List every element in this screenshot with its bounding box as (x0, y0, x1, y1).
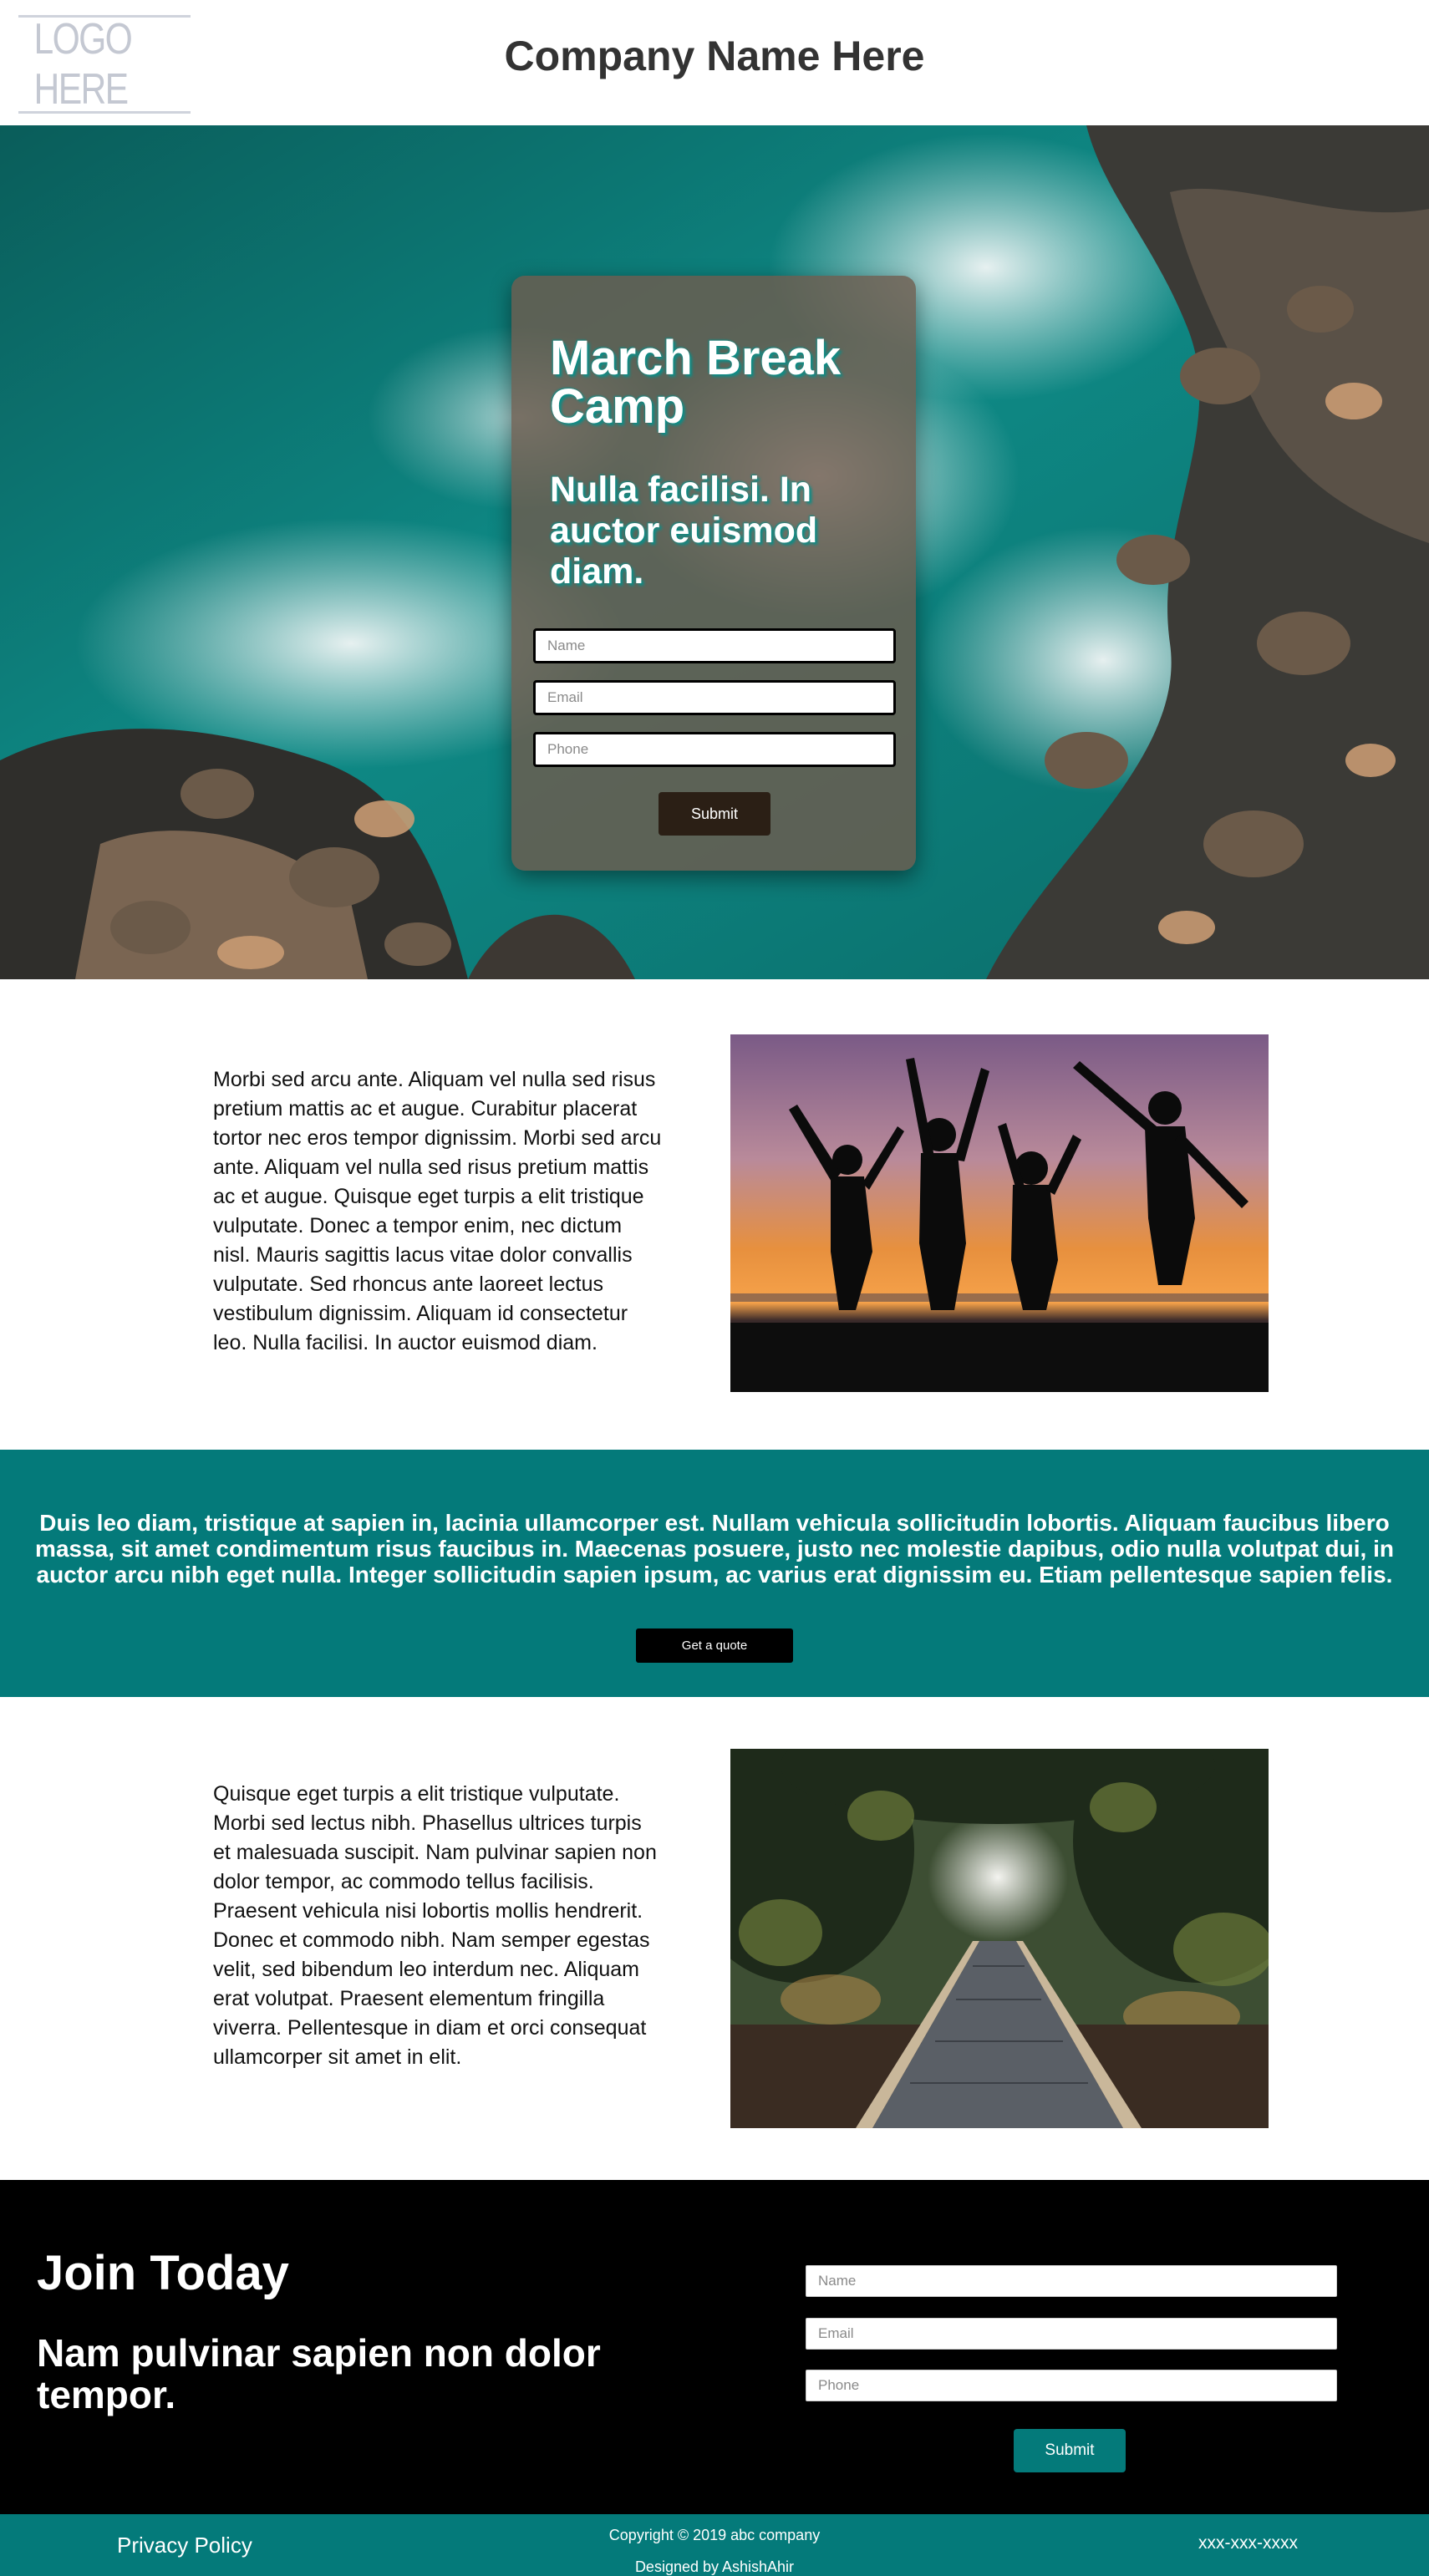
join-submit-button[interactable]: Submit (1014, 2429, 1126, 2472)
join-email-input[interactable] (806, 2318, 1337, 2350)
join-section: Join Today Nam pulvinar sapien non dolor… (0, 2180, 1429, 2514)
hero-phone-input[interactable] (533, 732, 896, 767)
hero-subtitle: Nulla facilisi. In auctor euismod diam. (550, 470, 818, 592)
hero-section: March Break Camp Nulla facilisi. In auct… (0, 125, 1429, 979)
join-name-input[interactable] (806, 2265, 1337, 2297)
site-footer: Privacy Policy Copyright © 2019 abc comp… (0, 2514, 1429, 2576)
friends-jumping-photo (730, 1034, 1269, 1392)
designed-by-text: Designed by AshishAhir (634, 2558, 795, 2575)
hero-name-input[interactable] (533, 628, 896, 663)
hero-title: March Break Camp (550, 331, 842, 434)
site-header: LOGO HERE Company Name Here (0, 0, 1429, 125)
company-name: Company Name Here (504, 33, 925, 79)
phone-number: xxx-xxx-xxxx (1198, 2533, 1298, 2553)
join-title: Join Today (37, 2246, 289, 2300)
hero-submit-button[interactable]: Submit (659, 792, 770, 836)
get-quote-button[interactable]: Get a quote (636, 1628, 793, 1663)
join-subtitle: Nam pulvinar sapien non dolor tempor. (37, 2331, 601, 2416)
band-text: Duis leo diam, tristique at sapien in, l… (35, 1510, 1394, 1588)
quote-band: Duis leo diam, tristique at sapien in, l… (0, 1450, 1429, 1697)
hero-email-input[interactable] (533, 680, 896, 715)
section1-paragraph: Morbi sed arcu ante. Aliquam vel nulla s… (213, 1068, 662, 1354)
hero-signup-card: March Break Camp Nulla facilisi. In auct… (511, 276, 916, 871)
section2-paragraph: Quisque eget turpis a elit tristique vul… (213, 1782, 657, 2069)
join-phone-input[interactable] (806, 2370, 1337, 2401)
boardwalk-photo (730, 1749, 1269, 2128)
